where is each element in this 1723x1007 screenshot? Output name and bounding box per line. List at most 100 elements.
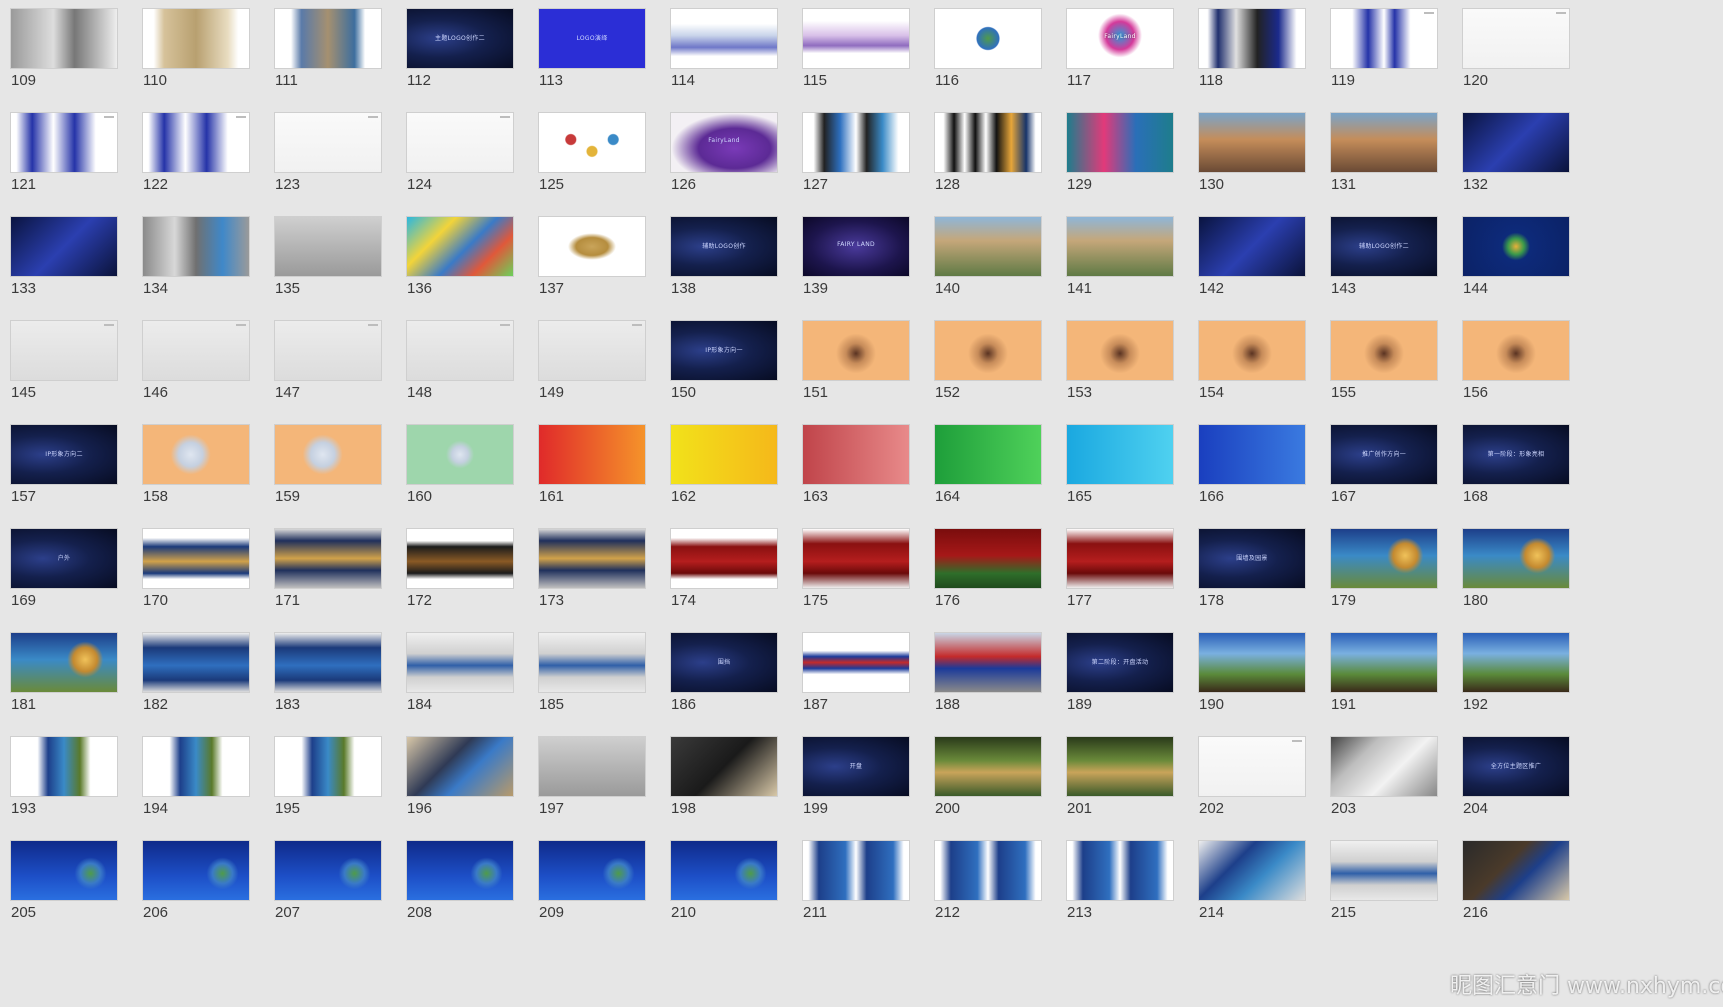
slide-preview-image[interactable] [670, 528, 778, 589]
slide-preview-image[interactable]: FairyLand [1066, 8, 1174, 69]
slide-thumbnail-160[interactable]: 160 [396, 416, 516, 516]
slide-preview-image[interactable] [406, 424, 514, 485]
slide-preview-image[interactable] [406, 528, 514, 589]
slide-thumbnail-200[interactable]: 200 [924, 728, 1044, 828]
slide-thumbnail-119[interactable]: 119 [1320, 0, 1440, 100]
slide-preview-image[interactable] [1462, 320, 1570, 381]
slide-preview-image[interactable] [1330, 736, 1438, 797]
slide-thumbnail-196[interactable]: 196 [396, 728, 516, 828]
slide-preview-image[interactable] [406, 320, 514, 381]
slide-thumbnail-199[interactable]: 开盘 199 [792, 728, 912, 828]
slide-preview-image[interactable] [142, 528, 250, 589]
slide-preview-image[interactable] [1198, 216, 1306, 277]
slide-preview-image[interactable] [142, 8, 250, 69]
slide-thumbnail-153[interactable]: 153 [1056, 312, 1176, 412]
slide-thumbnail-194[interactable]: 194 [132, 728, 252, 828]
slide-preview-image[interactable]: 开盘 [802, 736, 910, 797]
slide-preview-image[interactable] [274, 736, 382, 797]
slide-thumbnail-193[interactable]: 193 [0, 728, 120, 828]
slide-thumbnail-155[interactable]: 155 [1320, 312, 1440, 412]
slide-preview-image[interactable] [1462, 216, 1570, 277]
slide-thumbnail-207[interactable]: 207 [264, 832, 384, 932]
slide-thumbnail-112[interactable]: 主题LOGO创作二 112 [396, 0, 516, 100]
slide-preview-image[interactable] [802, 8, 910, 69]
slide-preview-image[interactable]: 全方位主题区推广 [1462, 736, 1570, 797]
slide-preview-image[interactable] [406, 840, 514, 901]
slide-thumbnail-192[interactable]: 192 [1452, 624, 1572, 724]
slide-preview-image[interactable] [1198, 424, 1306, 485]
slide-thumbnail-178[interactable]: 围墙及园景 178 [1188, 520, 1308, 620]
slide-thumbnail-198[interactable]: 198 [660, 728, 780, 828]
slide-thumbnail-208[interactable]: 208 [396, 832, 516, 932]
slide-preview-image[interactable] [1330, 320, 1438, 381]
slide-thumbnail-137[interactable]: 137 [528, 208, 648, 308]
slide-thumbnail-140[interactable]: 140 [924, 208, 1044, 308]
slide-thumbnail-143[interactable]: 辅助LOGO创作二 143 [1320, 208, 1440, 308]
slide-preview-image[interactable]: FairyLand [670, 112, 778, 173]
slide-preview-image[interactable] [1066, 840, 1174, 901]
slide-thumbnail-110[interactable]: 110 [132, 0, 252, 100]
slide-thumbnail-148[interactable]: 148 [396, 312, 516, 412]
slide-thumbnail-158[interactable]: 158 [132, 416, 252, 516]
slide-preview-image[interactable]: FAIRY LAND [802, 216, 910, 277]
slide-thumbnail-154[interactable]: 154 [1188, 312, 1308, 412]
slide-thumbnail-152[interactable]: 152 [924, 312, 1044, 412]
slide-thumbnail-147[interactable]: 147 [264, 312, 384, 412]
slide-preview-image[interactable] [934, 840, 1042, 901]
slide-thumbnail-211[interactable]: 211 [792, 832, 912, 932]
slide-thumbnail-215[interactable]: 215 [1320, 832, 1440, 932]
slide-thumbnail-181[interactable]: 181 [0, 624, 120, 724]
slide-thumbnail-128[interactable]: 128 [924, 104, 1044, 204]
slide-thumbnail-176[interactable]: 176 [924, 520, 1044, 620]
slide-preview-image[interactable] [274, 424, 382, 485]
slide-thumbnail-209[interactable]: 209 [528, 832, 648, 932]
slide-preview-image[interactable]: 围墙及园景 [1198, 528, 1306, 589]
slide-preview-image[interactable] [1066, 424, 1174, 485]
slide-preview-image[interactable] [1330, 632, 1438, 693]
slide-preview-image[interactable] [274, 632, 382, 693]
slide-preview-image[interactable] [406, 216, 514, 277]
slide-thumbnail-159[interactable]: 159 [264, 416, 384, 516]
slide-thumbnail-171[interactable]: 171 [264, 520, 384, 620]
slide-thumbnail-161[interactable]: 161 [528, 416, 648, 516]
slide-thumbnail-184[interactable]: 184 [396, 624, 516, 724]
slide-preview-image[interactable] [1330, 840, 1438, 901]
slide-preview-image[interactable] [670, 736, 778, 797]
slide-preview-image[interactable] [274, 112, 382, 173]
slide-thumbnail-201[interactable]: 201 [1056, 728, 1176, 828]
slide-thumbnail-114[interactable]: 114 [660, 0, 780, 100]
slide-thumbnail-111[interactable]: 111 [264, 0, 384, 100]
slide-thumbnail-156[interactable]: 156 [1452, 312, 1572, 412]
slide-thumbnail-169[interactable]: 户外 169 [0, 520, 120, 620]
slide-preview-image[interactable] [10, 216, 118, 277]
slide-preview-image[interactable] [802, 320, 910, 381]
slide-preview-image[interactable] [274, 8, 382, 69]
slide-thumbnail-170[interactable]: 170 [132, 520, 252, 620]
slide-preview-image[interactable] [142, 840, 250, 901]
slide-thumbnail-188[interactable]: 188 [924, 624, 1044, 724]
slide-preview-image[interactable] [934, 528, 1042, 589]
slide-preview-image[interactable] [1066, 216, 1174, 277]
slide-thumbnail-139[interactable]: FAIRY LAND 139 [792, 208, 912, 308]
slide-preview-image[interactable]: 围挡 [670, 632, 778, 693]
slide-preview-image[interactable] [802, 840, 910, 901]
slide-thumbnail-216[interactable]: 216 [1452, 832, 1572, 932]
slide-preview-image[interactable] [406, 632, 514, 693]
slide-preview-image[interactable] [10, 632, 118, 693]
slide-preview-image[interactable] [538, 840, 646, 901]
slide-preview-image[interactable] [142, 112, 250, 173]
slide-preview-image[interactable] [1198, 840, 1306, 901]
slide-preview-image[interactable]: 第一阶段：形象亮相 [1462, 424, 1570, 485]
slide-thumbnail-131[interactable]: 131 [1320, 104, 1440, 204]
slide-preview-image[interactable] [1066, 320, 1174, 381]
slide-thumbnail-151[interactable]: 151 [792, 312, 912, 412]
slide-thumbnail-163[interactable]: 163 [792, 416, 912, 516]
slide-thumbnail-174[interactable]: 174 [660, 520, 780, 620]
slide-preview-image[interactable] [274, 840, 382, 901]
slide-thumbnail-202[interactable]: 202 [1188, 728, 1308, 828]
slide-thumbnail-126[interactable]: FairyLand 126 [660, 104, 780, 204]
slide-preview-image[interactable] [802, 632, 910, 693]
slide-thumbnail-206[interactable]: 206 [132, 832, 252, 932]
slide-preview-image[interactable]: 辅助LOGO创作二 [1330, 216, 1438, 277]
slide-thumbnail-205[interactable]: 205 [0, 832, 120, 932]
